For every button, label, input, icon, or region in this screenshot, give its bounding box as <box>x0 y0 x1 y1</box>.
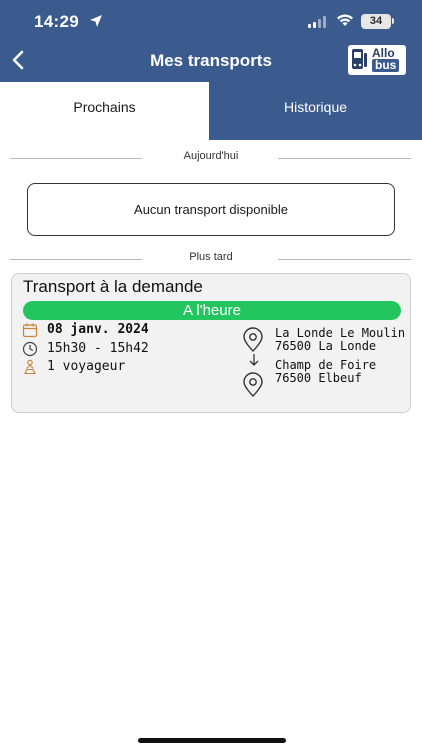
wifi-icon <box>337 14 353 26</box>
battery-tip <box>392 18 394 24</box>
destination-address-line2: 76500 Elbeuf <box>275 371 362 385</box>
clock-icon <box>22 341 38 357</box>
tab-prochains[interactable]: Prochains <box>0 82 209 140</box>
tab-bar: Prochains Historique <box>0 82 422 140</box>
arrow-down-icon <box>249 354 259 366</box>
section-label-today: Aujourd'hui <box>183 150 239 162</box>
status-badge: A l'heure <box>23 301 401 320</box>
trip-title: Transport à la demande <box>23 277 203 296</box>
trip-card[interactable]: Transport à la demande A l'heure 08 janv… <box>11 273 411 413</box>
section-label-later: Plus tard <box>189 251 233 263</box>
empty-state-message: Aucun transport disponible <box>27 183 395 236</box>
section-divider-today: Aujourd'hui <box>0 150 422 166</box>
clock: 14:29 <box>34 12 79 31</box>
passenger-icon <box>24 359 36 375</box>
logo-text-bus: bus <box>372 59 400 72</box>
origin-address-line2: 76500 La Londe <box>275 339 377 353</box>
cellular-signal-icon <box>308 16 328 28</box>
origin-pin-icon <box>243 327 263 352</box>
destination-pin-icon <box>243 372 263 397</box>
trip-passengers: 1 voyageur <box>47 359 126 374</box>
trip-date: 08 janv. 2024 <box>47 322 149 337</box>
tab-historique[interactable]: Historique <box>209 82 422 140</box>
bus-logo-icon <box>352 49 367 69</box>
battery-indicator: 34 <box>361 14 391 29</box>
section-divider-later: Plus tard <box>0 251 422 267</box>
divider-line-right <box>278 259 411 260</box>
calendar-icon <box>22 323 38 338</box>
divider-line-right <box>278 158 411 159</box>
allobus-logo: Allo bus <box>348 45 406 75</box>
home-indicator[interactable] <box>138 738 286 743</box>
header-bar: 14:29 34 Mes transports Allo bus <box>0 0 422 82</box>
status-bar: 14:29 34 <box>0 0 422 42</box>
trip-time-range: 15h30 - 15h42 <box>47 341 149 356</box>
location-arrow-icon <box>90 15 102 27</box>
